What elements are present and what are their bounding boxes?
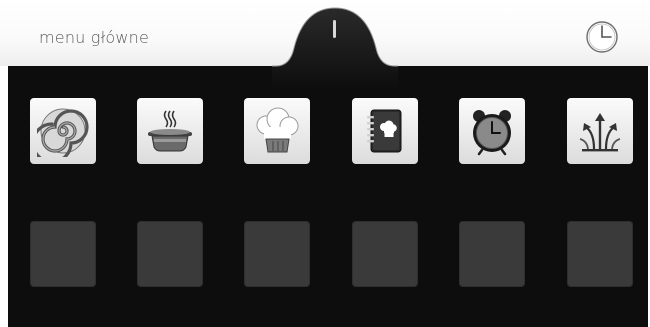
app-tile-book[interactable] <box>352 98 418 164</box>
clock-icon <box>586 21 618 53</box>
empty-slot[interactable] <box>137 221 203 287</box>
empty-slots-row <box>0 221 650 291</box>
app-tile-spiral[interactable] <box>30 98 96 164</box>
empty-slot[interactable] <box>244 221 310 287</box>
empty-slot[interactable] <box>567 221 633 287</box>
app-tile-chef[interactable] <box>244 98 310 164</box>
clock-button[interactable] <box>585 20 619 54</box>
recipe-book-icon <box>367 109 402 153</box>
alarm-clock-icon <box>473 110 511 156</box>
chef-hat-icon <box>256 107 299 153</box>
main-menu-screen: menu główne <box>0 0 650 327</box>
empty-slot[interactable] <box>459 221 525 287</box>
app-tile-alarm[interactable] <box>459 98 525 164</box>
steam-arrows-icon <box>579 113 621 152</box>
handle-notch <box>333 20 336 38</box>
steaming-pot-icon <box>148 110 192 152</box>
empty-slot[interactable] <box>352 221 418 287</box>
spiral-program-icon <box>37 108 89 157</box>
apps-row <box>0 98 650 168</box>
app-tile-steam[interactable] <box>567 98 633 164</box>
app-tile-pot[interactable] <box>137 98 203 164</box>
page-title: menu główne <box>39 28 150 47</box>
dome-handle[interactable] <box>272 0 398 90</box>
empty-slot[interactable] <box>30 221 96 287</box>
